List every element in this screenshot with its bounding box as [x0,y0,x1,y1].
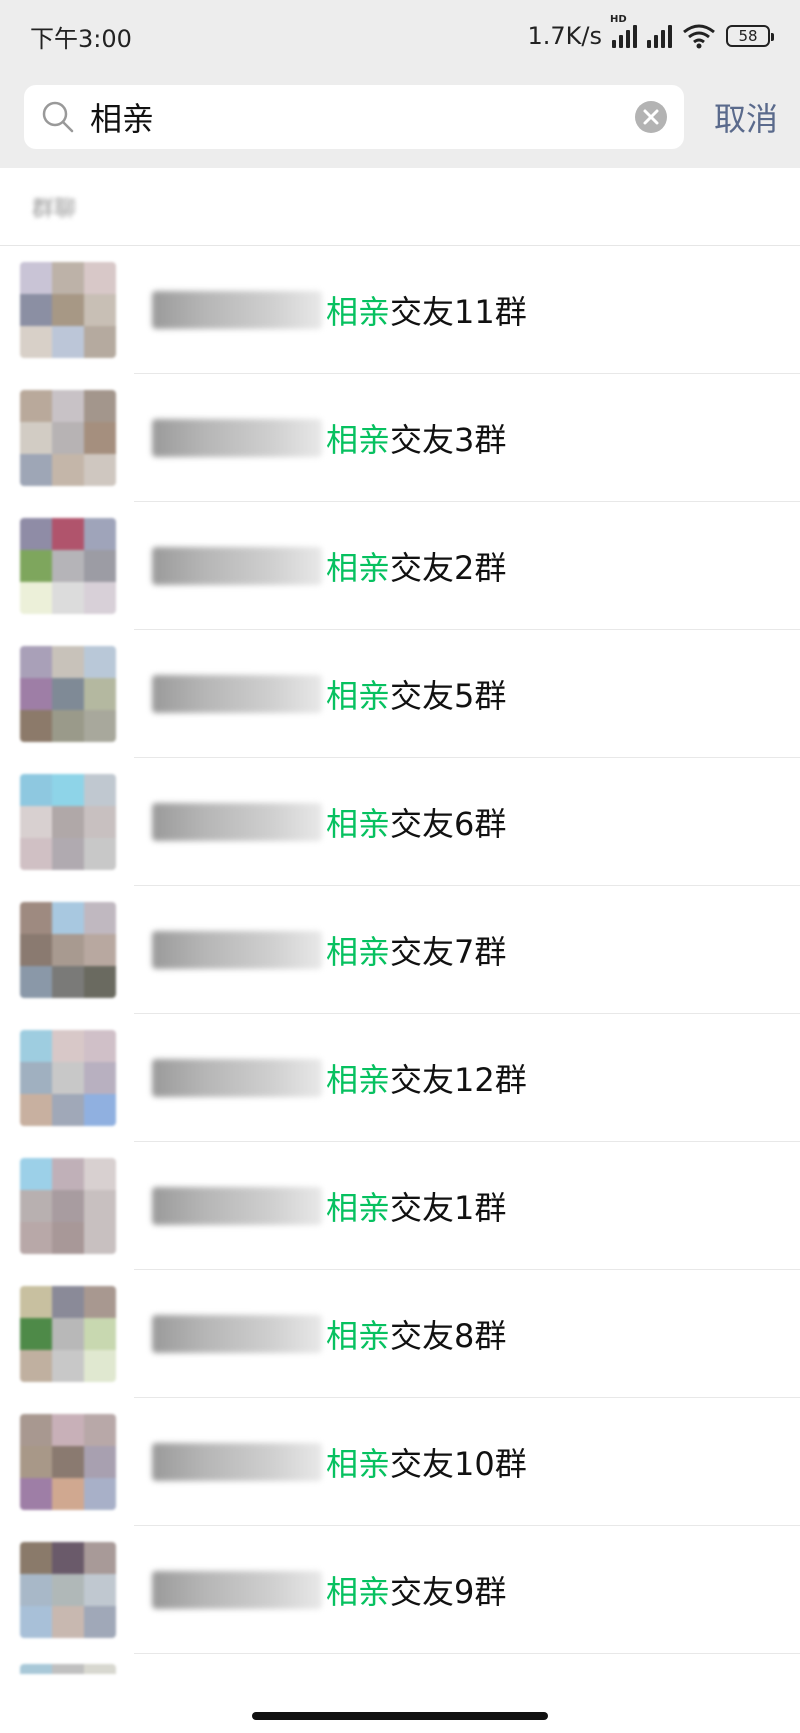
group-name: 相亲 交友11群 [152,287,527,333]
redacted-name-prefix [152,1187,322,1225]
battery-icon: 58 [726,25,774,47]
group-avatar [20,646,116,742]
group-name: 相亲 交友6群 [152,799,506,845]
group-name-suffix: 交友10群 [390,1445,527,1483]
group-name: 相亲 交友12群 [152,1055,527,1101]
group-name: 相亲 交友1群 [152,1183,506,1229]
group-avatar [20,518,116,614]
group-avatar [20,1542,116,1638]
keyword-highlight: 相亲 [326,1317,391,1355]
list-item[interactable]: 相亲 交友5群 [0,630,800,758]
group-name-suffix: 交友1群 [390,1189,507,1227]
redacted-name-prefix [152,803,322,841]
group-name-suffix: 交友6群 [390,805,507,843]
redacted-name-prefix [152,1315,322,1353]
status-icons: 1.7K/s HD 58 [527,14,774,50]
group-name-suffix: 交友2群 [390,549,507,587]
group-name: 相亲 交友2群 [152,543,506,589]
redacted-name-prefix [152,1571,322,1609]
section-header-group-chats: 群聊 [0,168,800,246]
group-avatar [20,1286,116,1382]
list-item[interactable]: 相亲 交友10群 [0,1398,800,1526]
list-item[interactable]: 相亲 交友11群 [0,246,800,374]
result-list: 相亲 交友11群 相亲 交友3群 相亲 交友2群 相亲 交友5群 相亲 交友6群 相亲 交友7群 相亲交… [0,246,800,1654]
group-name-suffix: 交友12群 [390,1061,527,1099]
clear-icon[interactable] [634,100,668,134]
keyword-highlight: 相亲 [326,933,391,971]
group-name: 相亲 交友10群 [152,1439,527,1485]
redacted-name-prefix [152,547,322,585]
redacted-name-prefix [152,291,322,329]
section-title: 群聊 [32,196,77,222]
wifi-icon [683,24,715,49]
group-avatar [20,774,116,870]
list-item[interactable]: 相亲 交友9群 [0,1526,800,1654]
search-query[interactable]: 相亲 [90,94,634,140]
list-item[interactable]: 相亲 交友7群 [0,886,800,1014]
signal-icon [647,24,672,48]
list-item[interactable]: 相亲 交友3群 [0,374,800,502]
group-name: 相亲 交友5群 [152,671,506,717]
group-name: 相亲 交友8群 [152,1311,506,1357]
list-item[interactable]: 相亲 交友8群 [0,1270,800,1398]
list-item[interactable]: 相亲 交友2群 [0,502,800,630]
list-item[interactable]: 相亲 交友6群 [0,758,800,886]
group-avatar [20,1664,116,1694]
list-item[interactable]: 相亲 交友12群 [0,1014,800,1142]
redacted-name-prefix [152,1059,322,1097]
group-avatar [20,390,116,486]
search-results: 群聊 相亲 交友11群 相亲 交友3群 相亲 交友2群 相亲 交友5群 相亲 交友6群 相亲 交友7群… [0,168,800,1733]
group-name-suffix: 交友3群 [390,421,507,459]
group-name: 相亲 交友9群 [152,1567,506,1613]
keyword-highlight: 相亲 [326,1445,391,1483]
keyword-highlight: 相亲 [326,293,391,331]
keyword-highlight: 相亲 [326,805,391,843]
group-name: 相亲 交友3群 [152,415,506,461]
group-name-suffix: 交友11群 [390,293,527,331]
redacted-name-prefix [152,419,322,457]
group-name-suffix: 交友5群 [390,677,507,715]
redacted-name-prefix [152,675,322,713]
keyword-highlight: 相亲 [326,677,391,715]
group-avatar [20,262,116,358]
keyword-highlight: 相亲 [326,1189,391,1227]
group-avatar [20,1158,116,1254]
group-name: 相亲 交友7群 [152,927,506,973]
cancel-button[interactable]: 取消 [714,94,778,140]
keyword-highlight: 相亲 [326,1061,391,1099]
network-speed: 1.7K/s [527,22,603,50]
status-time: 下午3:00 [30,24,132,53]
search-bar: 相亲 取消 [0,82,800,152]
home-indicator[interactable] [252,1712,548,1720]
battery-level: 58 [738,27,758,45]
group-avatar [20,1030,116,1126]
group-name-suffix: 交友7群 [390,933,507,971]
keyword-highlight: 相亲 [326,421,391,459]
hd-signal-icon: HD [610,14,637,48]
keyword-highlight: 相亲 [326,1573,391,1611]
keyword-highlight: 相亲 [326,549,391,587]
search-icon [42,101,74,133]
group-name-suffix: 交友8群 [390,1317,507,1355]
redacted-name-prefix [152,931,322,969]
redacted-name-prefix [152,1443,322,1481]
search-input[interactable]: 相亲 [24,85,684,149]
list-item[interactable]: 相亲 交友1群 [0,1142,800,1270]
group-avatar [20,1414,116,1510]
group-avatar [20,902,116,998]
hd-label: HD [610,14,627,25]
list-item-partial[interactable] [0,1654,800,1694]
status-bar: 下午3:00 1.7K/s HD 58 [0,0,800,72]
group-name-suffix: 交友9群 [390,1573,507,1611]
